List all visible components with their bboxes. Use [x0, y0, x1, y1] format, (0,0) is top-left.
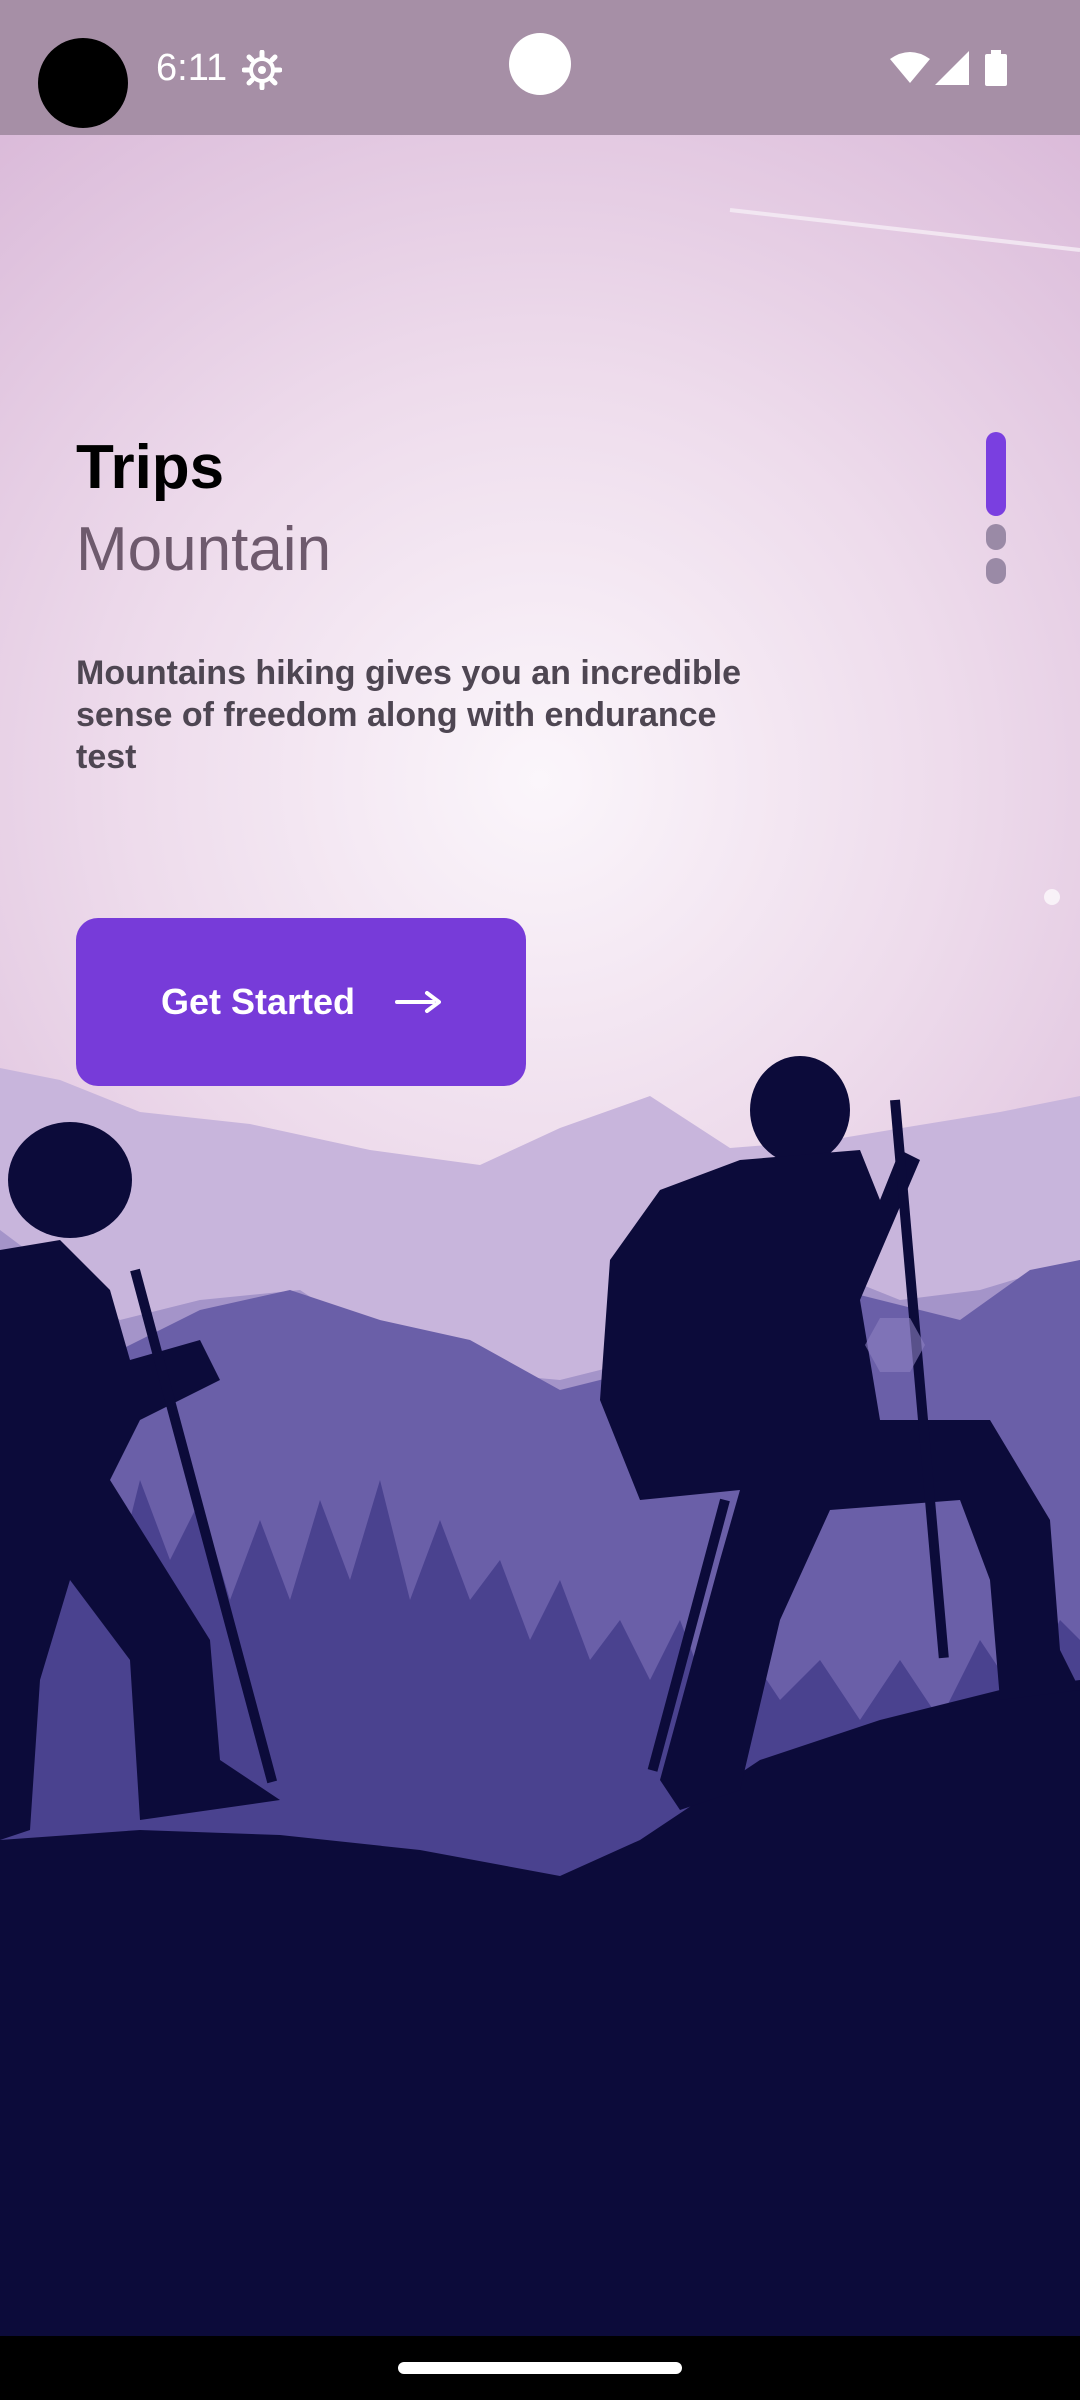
signal-icon [935, 51, 969, 85]
page-indicator-dot[interactable] [986, 524, 1006, 550]
description-text: Mountains hiking gives you an incredible… [76, 654, 741, 776]
status-time: 6:11 [156, 47, 228, 89]
status-bar: 6:11 [0, 0, 1080, 135]
settings-icon [242, 50, 282, 90]
camera-cutout [38, 38, 128, 128]
front-camera-dot [509, 33, 571, 95]
page-title: Trips [76, 433, 225, 502]
page-indicator-dot-active[interactable] [986, 432, 1006, 516]
page-subtitle: Mountain [76, 515, 332, 584]
onboarding-screen: 6:11 Trips Mountain Mountains hiking giv… [0, 0, 1080, 2400]
battery-icon [985, 50, 1007, 86]
page-indicator [986, 432, 1006, 584]
get-started-button[interactable]: Get Started [76, 918, 526, 1086]
hikers-illustration [0, 0, 1080, 2400]
page-indicator-dot[interactable] [986, 558, 1006, 584]
get-started-label: Get Started [160, 981, 356, 1022]
home-gesture-handle[interactable] [398, 2362, 682, 2374]
arrow-right-icon [395, 991, 442, 1013]
wifi-icon [890, 52, 930, 83]
